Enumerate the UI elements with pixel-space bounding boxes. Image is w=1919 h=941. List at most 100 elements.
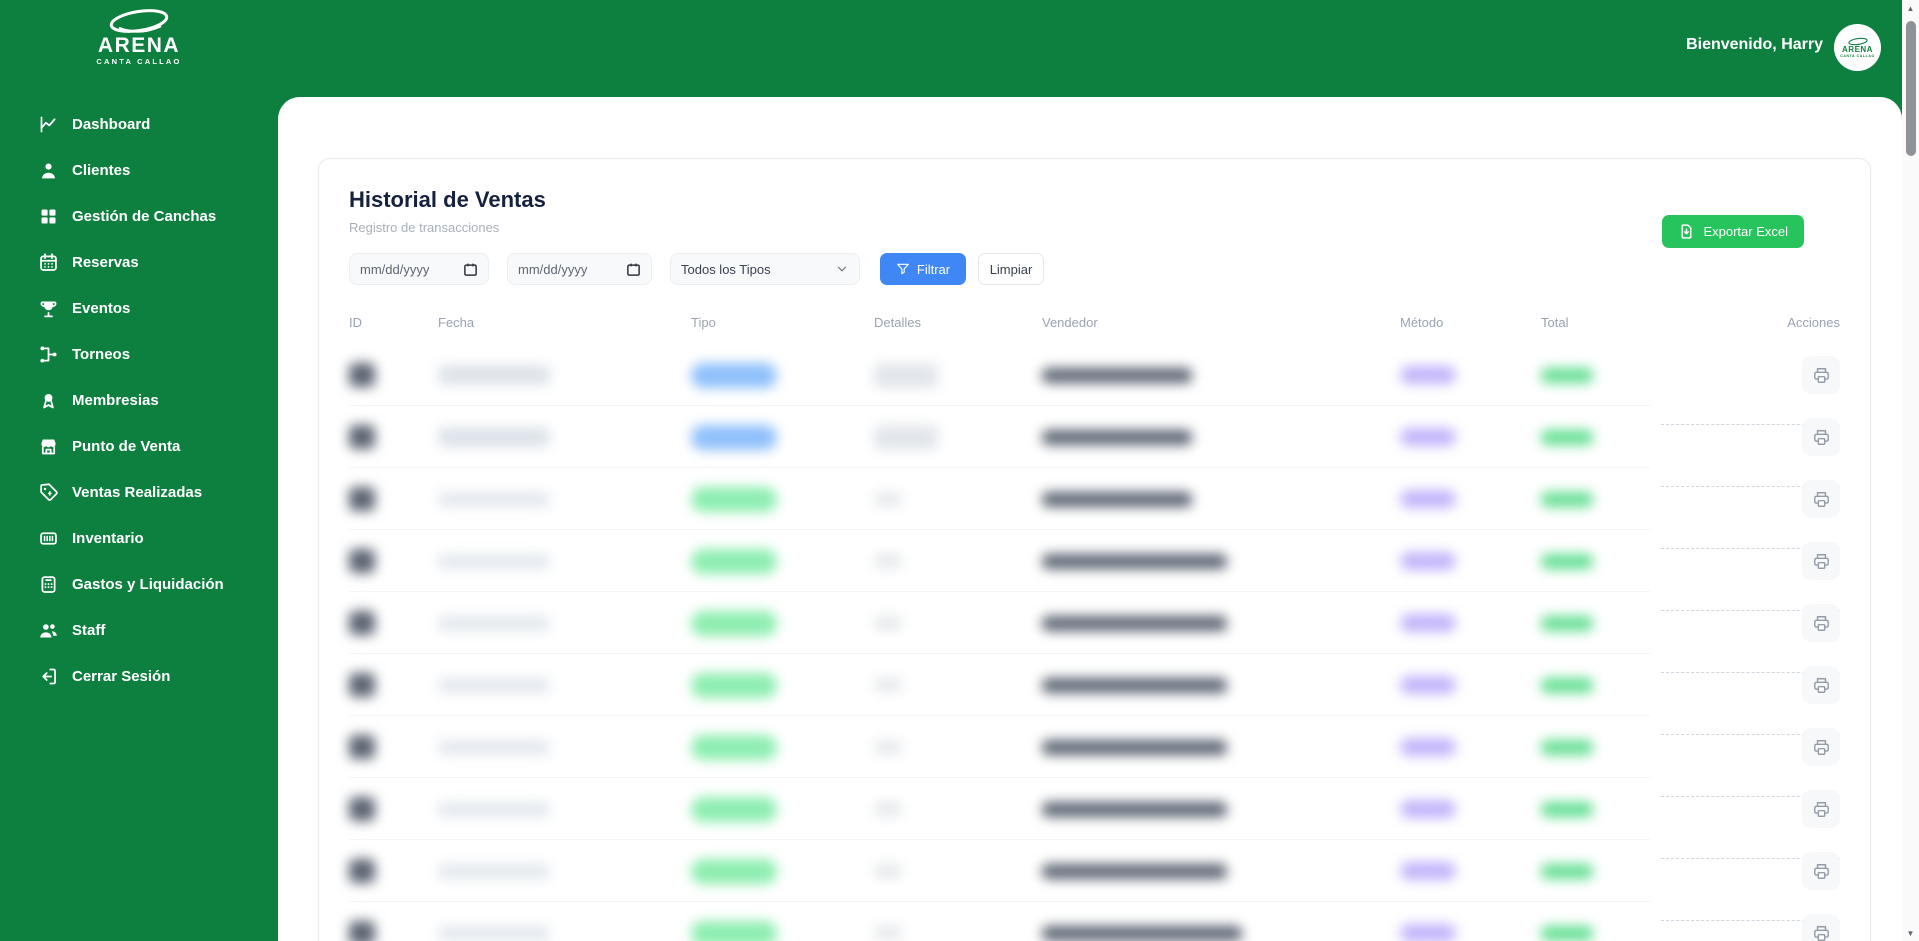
print-row-button[interactable] xyxy=(1802,542,1840,580)
avatar[interactable]: ARENA CANTA CALLAO xyxy=(1834,24,1881,71)
tipo-badge xyxy=(691,610,777,636)
medal-icon xyxy=(43,393,54,408)
redacted-vendedor xyxy=(1042,739,1227,755)
sidebar-item-label: Membresias xyxy=(72,391,159,409)
sidebar-item-punto-de-venta[interactable]: Punto de Venta xyxy=(0,423,278,469)
col-header-vendedor: Vendedor xyxy=(1042,315,1098,330)
table-row xyxy=(349,468,1840,549)
redacted-id xyxy=(349,363,375,387)
sidebar-item-torneos[interactable]: Torneos xyxy=(0,331,278,377)
redacted-id xyxy=(349,673,375,697)
sidebar-item-label: Staff xyxy=(72,621,106,639)
sidebar-item-staff[interactable]: Staff xyxy=(0,607,278,653)
vertical-scrollbar[interactable]: ▲ ▼ xyxy=(1902,0,1919,941)
calendar-icon xyxy=(40,252,57,271)
sidebar-item-cerrar-sesi-n[interactable]: Cerrar Sesión xyxy=(0,653,278,699)
sidebar-item-label: Gastos y Liquidación xyxy=(72,575,224,593)
print-row-button[interactable] xyxy=(1802,852,1840,890)
table-body xyxy=(349,344,1840,941)
table-row xyxy=(349,654,1840,735)
sidebar-item-label: Punto de Venta xyxy=(72,437,181,455)
clear-button-label: Limpiar xyxy=(989,261,1033,277)
print-row-button[interactable] xyxy=(1802,418,1840,456)
print-row-button[interactable] xyxy=(1802,914,1840,941)
brand-logo: ARENA CANTA CALLAO xyxy=(0,6,278,66)
redacted-vendedor xyxy=(1042,553,1227,569)
avatar-brand-subname: CANTA CALLAO xyxy=(1840,54,1875,58)
main-panel: Historial de Ventas Registro de transacc… xyxy=(278,97,1902,941)
app-screen: ▲ ▼ Bienvenido, Harry ARENA CANTA CALLAO… xyxy=(0,0,1919,941)
redacted-fecha xyxy=(438,615,550,631)
table-row xyxy=(349,344,1840,425)
sidebar-item-eventos[interactable]: Eventos xyxy=(0,285,278,331)
metodo-badge xyxy=(1400,366,1456,384)
top-header-band xyxy=(0,0,1919,97)
redacted-vendedor xyxy=(1042,367,1192,383)
sidebar-item-dashboard[interactable]: Dashboard xyxy=(0,101,278,147)
filter-button-label: Filtrar xyxy=(916,261,951,277)
sidebar-item-label: Gestión de Canchas xyxy=(72,207,217,225)
redacted-id xyxy=(349,611,375,635)
sidebar-item-reservas[interactable]: Reservas xyxy=(0,239,278,285)
metodo-badge xyxy=(1400,676,1456,694)
calculator-icon xyxy=(41,575,56,593)
avatar-brand-name: ARENA xyxy=(1842,45,1873,54)
printer-icon xyxy=(1813,677,1829,693)
printer-icon xyxy=(1813,553,1829,569)
redacted-fecha xyxy=(438,491,550,507)
sidebar-item-ventas-realizadas[interactable]: Ventas Realizadas xyxy=(0,469,278,515)
print-row-button[interactable] xyxy=(1802,480,1840,518)
user-icon xyxy=(41,163,56,178)
print-row-button[interactable] xyxy=(1802,790,1840,828)
chevron-down-icon xyxy=(837,266,847,272)
card-header: Historial de Ventas Registro de transacc… xyxy=(349,187,1840,248)
printer-icon xyxy=(1813,367,1829,383)
tag-icon xyxy=(40,482,58,501)
redacted-total xyxy=(1541,491,1593,507)
type-select-value: Todos los Tipos xyxy=(681,261,771,277)
redacted-detalles xyxy=(874,740,902,754)
redacted-fecha xyxy=(438,553,550,569)
redacted-fecha xyxy=(438,863,550,879)
trophy-icon xyxy=(40,301,57,317)
redacted-fecha xyxy=(438,739,550,755)
brand-name: ARENA xyxy=(97,34,181,57)
sidebar-item-membresias[interactable]: Membresias xyxy=(0,377,278,423)
sidebar-item-label: Torneos xyxy=(72,345,131,363)
printer-icon xyxy=(1813,429,1829,445)
print-row-button[interactable] xyxy=(1802,728,1840,766)
sidebar-item-label: Dashboard xyxy=(72,115,151,133)
print-row-button[interactable] xyxy=(1802,666,1840,704)
redacted-total xyxy=(1541,739,1593,755)
table-row xyxy=(349,406,1840,487)
barcode-icon xyxy=(40,531,57,545)
redacted-vendedor xyxy=(1042,925,1242,941)
print-row-button[interactable] xyxy=(1802,604,1840,642)
sidebar-item-clientes[interactable]: Clientes xyxy=(0,147,278,193)
clear-button[interactable]: Limpiar xyxy=(978,253,1044,285)
funnel-icon xyxy=(897,263,909,275)
export-excel-button[interactable]: Exportar Excel xyxy=(1662,215,1804,248)
metodo-badge xyxy=(1400,738,1456,756)
redacted-total xyxy=(1541,615,1593,631)
redacted-vendedor xyxy=(1042,863,1227,879)
printer-icon xyxy=(1813,801,1829,817)
filter-button[interactable]: Filtrar xyxy=(880,253,966,285)
date-from-input[interactable]: mm/dd/yyyy xyxy=(349,253,489,285)
print-row-button[interactable] xyxy=(1802,356,1840,394)
date-to-input[interactable]: mm/dd/yyyy xyxy=(507,253,652,285)
type-select[interactable]: Todos los Tipos xyxy=(670,253,860,285)
sidebar-item-label: Ventas Realizadas xyxy=(72,483,203,501)
redacted-total xyxy=(1541,863,1593,879)
sidebar-item-gesti-n-de-canchas[interactable]: Gestión de Canchas xyxy=(0,193,278,239)
scrollbar-thumb[interactable] xyxy=(1905,21,1916,156)
sidebar-item-inventario[interactable]: Inventario xyxy=(0,515,278,561)
calendar-icon xyxy=(464,263,477,276)
scroll-down-arrow-icon[interactable]: ▼ xyxy=(1902,925,1919,941)
scroll-up-arrow-icon[interactable]: ▲ xyxy=(1902,0,1919,16)
col-header-metodo: Método xyxy=(1400,315,1444,330)
col-header-id: ID xyxy=(349,315,362,330)
sidebar-item-gastos-y-liquidaci-n[interactable]: Gastos y Liquidación xyxy=(0,561,278,607)
metodo-badge xyxy=(1400,800,1456,818)
redacted-detalles xyxy=(874,926,902,940)
